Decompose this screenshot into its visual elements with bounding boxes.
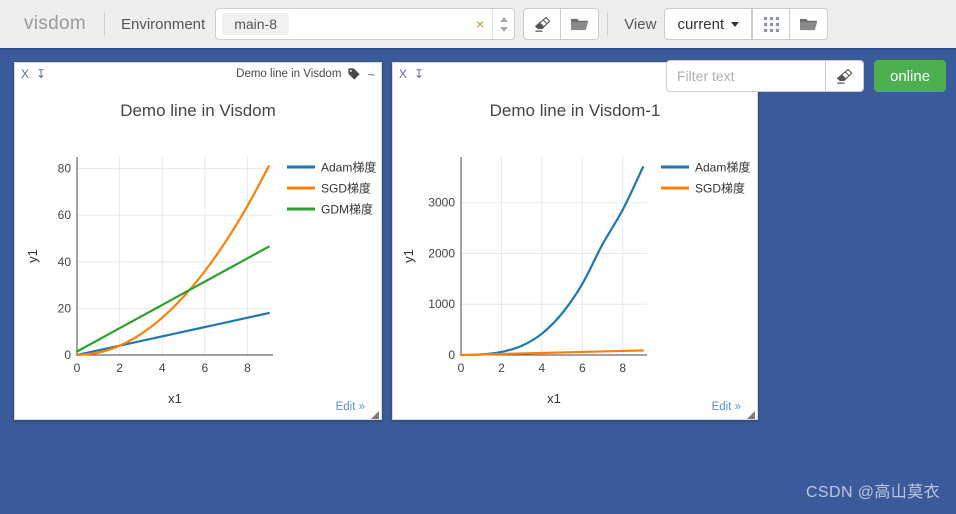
legend-label[interactable]: SGD梯度 xyxy=(695,181,745,196)
line-chart[interactable]: 0 2 4 6 8020406080x1y1Adam梯度SGD梯度GDM梯度 xyxy=(15,121,381,421)
eraser-icon xyxy=(534,16,550,32)
x-axis-tick: 2 xyxy=(498,361,505,375)
view-select-value: current xyxy=(677,15,725,33)
panel-header: X ↧ Demo line in Visdom ~ xyxy=(15,63,381,85)
clear-environment-button[interactable] xyxy=(523,8,562,40)
connection-status-badge[interactable]: online xyxy=(874,60,947,92)
edit-link[interactable]: Edit » xyxy=(336,401,365,413)
panel-resize-handle[interactable] xyxy=(746,410,755,419)
y-axis-tick: 40 xyxy=(58,255,72,269)
panel-header-title: Demo line in Visdom xyxy=(236,68,342,80)
download-icon[interactable]: ↧ xyxy=(414,68,424,80)
series-line[interactable] xyxy=(459,349,645,357)
filter-input[interactable] xyxy=(666,60,826,92)
view-label: View xyxy=(624,15,657,33)
y-axis-tick: 60 xyxy=(58,208,72,222)
repack-layout-button[interactable] xyxy=(752,8,791,40)
filter-bar: online xyxy=(666,60,947,92)
plot-panel[interactable]: X ↧ Demo line in Visdom ~ Demo line in V… xyxy=(14,62,382,420)
close-icon[interactable]: X xyxy=(399,68,407,80)
watermark: CSDN @高山莫衣 xyxy=(805,484,940,501)
x-axis-tick: 0 xyxy=(74,361,81,375)
y-axis-tick: 20 xyxy=(58,301,72,315)
folder-icon xyxy=(800,18,818,30)
toolbar-divider-2 xyxy=(607,13,609,35)
panel-header-icons: ~ xyxy=(347,67,375,81)
legend-label[interactable]: GDM梯度 xyxy=(321,202,373,217)
y-axis-tick: 0 xyxy=(448,348,455,362)
x-axis-tick: 4 xyxy=(159,361,166,375)
save-environment-button[interactable] xyxy=(561,8,600,40)
legend-label[interactable]: SGD梯度 xyxy=(321,181,371,196)
y-axis-tick: 1000 xyxy=(428,297,455,311)
series-line[interactable] xyxy=(459,166,645,357)
chevron-down-icon xyxy=(731,21,740,27)
panel-header-actions: X ↧ xyxy=(399,68,424,80)
series-line[interactable] xyxy=(75,245,270,353)
plot-container[interactable]: Demo line in Visdom 0 2 4 6 8 0 20 40 60 80 x1 y1 Ad… xyxy=(15,85,381,421)
y-axis-tick: 80 xyxy=(58,162,72,176)
x-axis-tick: 6 xyxy=(579,361,586,375)
environment-stepper[interactable] xyxy=(492,9,514,39)
series-line[interactable] xyxy=(75,311,270,357)
eraser-icon xyxy=(837,68,853,84)
app-brand: visdom xyxy=(24,13,86,34)
top-toolbar: visdom Environment main-8 × View current xyxy=(0,0,956,50)
grid-icon xyxy=(763,16,779,32)
environment-tag[interactable]: main-8 xyxy=(222,13,289,35)
tag-icon[interactable] xyxy=(347,67,361,81)
x-axis-tick: 4 xyxy=(539,361,546,375)
line-chart[interactable]: 0 2 4 6 8 0 1000 2000 3000 x1 y1 Adam梯度 SGD梯度 xyxy=(393,121,757,421)
chart-title: Demo line in Visdom xyxy=(120,101,276,120)
legend-label[interactable]: Adam梯度 xyxy=(695,160,750,175)
wave-icon[interactable]: ~ xyxy=(367,68,375,81)
chevron-down-icon[interactable] xyxy=(499,26,508,32)
y-axis-label: y1 xyxy=(25,249,40,263)
x-axis-tick: 2 xyxy=(116,361,123,375)
view-select[interactable]: current xyxy=(664,8,753,40)
clear-filter-button[interactable] xyxy=(826,60,864,92)
legend-label[interactable]: Adam梯度 xyxy=(321,160,376,175)
x-axis-tick: 8 xyxy=(244,361,251,375)
folder-icon xyxy=(571,18,589,30)
chevron-up-icon[interactable] xyxy=(499,16,508,22)
y-axis-tick: 3000 xyxy=(428,196,455,210)
series-line[interactable] xyxy=(75,165,270,357)
x-axis-label: x1 xyxy=(547,391,561,406)
plot-panel[interactable]: X ↧ Demo line in Demo line in Visdom-1 0… xyxy=(392,62,758,420)
environment-actions xyxy=(523,8,600,40)
x-axis-tick: 6 xyxy=(201,361,208,375)
toolbar-divider-1 xyxy=(103,13,105,35)
environment-label: Environment xyxy=(120,15,206,33)
y-axis-tick: 2000 xyxy=(428,246,455,260)
x-axis-label: x1 xyxy=(168,391,182,406)
save-view-button[interactable] xyxy=(790,8,829,40)
download-icon[interactable]: ↧ xyxy=(36,68,46,80)
panel-header-actions: X ↧ xyxy=(21,68,46,80)
y-axis-label: y1 xyxy=(401,249,416,263)
environment-clear-icon[interactable]: × xyxy=(468,16,492,32)
y-axis-tick: 0 xyxy=(64,348,71,362)
x-axis-tick: 0 xyxy=(458,361,465,375)
visdom-app: visdom Environment main-8 × View current… xyxy=(0,0,956,514)
edit-link[interactable]: Edit » xyxy=(712,401,741,413)
x-axis-tick: 8 xyxy=(619,361,626,375)
plot-container[interactable]: Demo line in Visdom-1 0 2 4 6 8 0 1000 2000 3000… xyxy=(393,85,757,421)
environment-select[interactable]: main-8 × xyxy=(215,8,516,40)
close-icon[interactable]: X xyxy=(21,68,29,80)
panel-resize-handle[interactable] xyxy=(370,410,379,419)
